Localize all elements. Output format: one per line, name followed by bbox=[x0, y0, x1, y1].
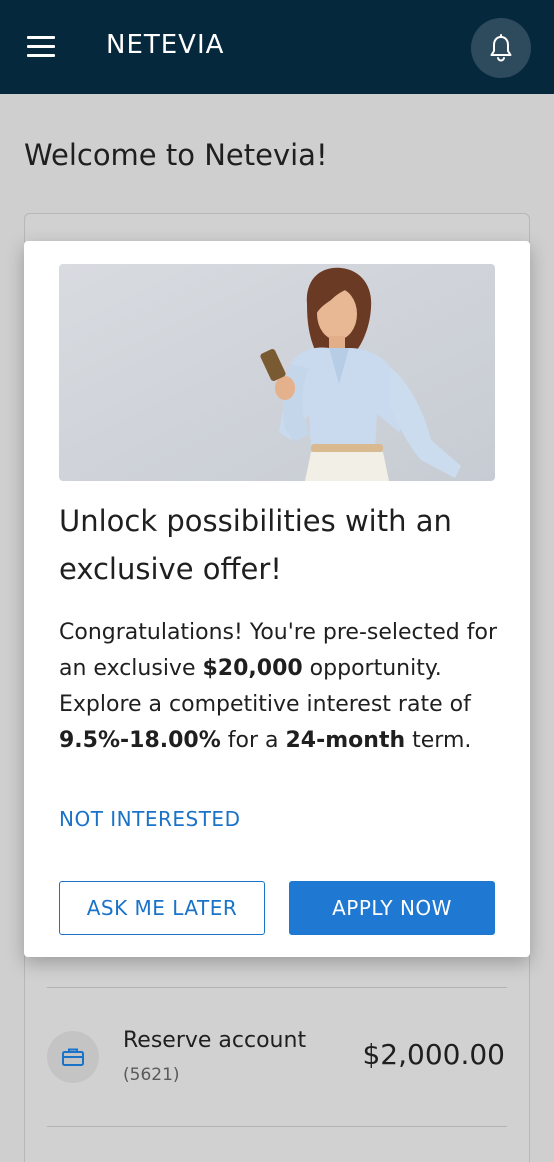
account-name[interactable]: Reserve account bbox=[123, 1028, 306, 1053]
hamburger-menu-icon[interactable] bbox=[27, 36, 55, 58]
brand-logo: NETEVIA bbox=[106, 30, 225, 60]
offer-hero-image bbox=[59, 264, 495, 481]
offer-amount: $20,000 bbox=[202, 656, 303, 681]
account-number: (5621) bbox=[123, 1065, 180, 1085]
ask-me-later-button[interactable]: ASK ME LATER bbox=[59, 881, 265, 935]
account-balance: $2,000.00 bbox=[362, 1038, 505, 1071]
account-icon-badge bbox=[47, 1031, 99, 1083]
offer-text-4: term. bbox=[405, 728, 472, 753]
briefcase-icon bbox=[62, 1048, 84, 1066]
top-app-bar: NETEVIA bbox=[0, 0, 554, 94]
offer-title: Unlock possibilities with an exclusive o… bbox=[59, 504, 452, 586]
offer-description: Congratulations! You're pre-selected for… bbox=[59, 615, 499, 759]
divider bbox=[47, 1126, 507, 1127]
apply-now-button[interactable]: APPLY NOW bbox=[289, 881, 495, 935]
offer-dialog: Unlock possibilities with an exclusive o… bbox=[24, 241, 530, 957]
offer-term: 24-month bbox=[285, 728, 406, 753]
not-interested-link[interactable]: NOT INTERESTED bbox=[59, 807, 240, 831]
notifications-button[interactable] bbox=[471, 18, 531, 78]
bell-icon bbox=[490, 34, 512, 62]
page-title: Welcome to Netevia! bbox=[24, 138, 328, 172]
offer-text-3: for a bbox=[220, 728, 286, 753]
offer-rate: 9.5%-18.00% bbox=[59, 728, 221, 753]
divider bbox=[47, 987, 507, 988]
